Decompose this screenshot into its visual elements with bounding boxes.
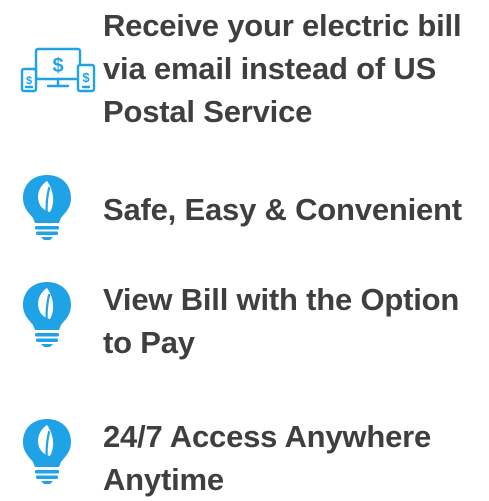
leaf-lightbulb-icon (23, 175, 71, 240)
ebill-devices-icon: $ $ $ (20, 47, 96, 93)
leaf-lightbulb-icon (23, 282, 71, 347)
feature-ebill: $ $ $ Receive your electric bill via ema… (0, 0, 489, 140)
feature-text: Receive your electric bill via email ins… (103, 8, 462, 129)
feature-text: 24/7 Access Anywhere Anytime (103, 419, 432, 497)
svg-text:$: $ (52, 55, 63, 77)
feature-safe-easy: Safe, Easy & Convenient (0, 165, 489, 245)
leaf-lightbulb-icon (23, 419, 71, 484)
feature-view-bill: View Bill with the Option to Pay (0, 268, 489, 368)
feature-access-anytime: 24/7 Access Anywhere Anytime (0, 402, 489, 497)
feature-text: View Bill with the Option to Pay (103, 282, 460, 360)
feature-text: Safe, Easy & Convenient (103, 192, 462, 227)
svg-text:$: $ (26, 75, 32, 87)
svg-text:$: $ (82, 70, 90, 85)
